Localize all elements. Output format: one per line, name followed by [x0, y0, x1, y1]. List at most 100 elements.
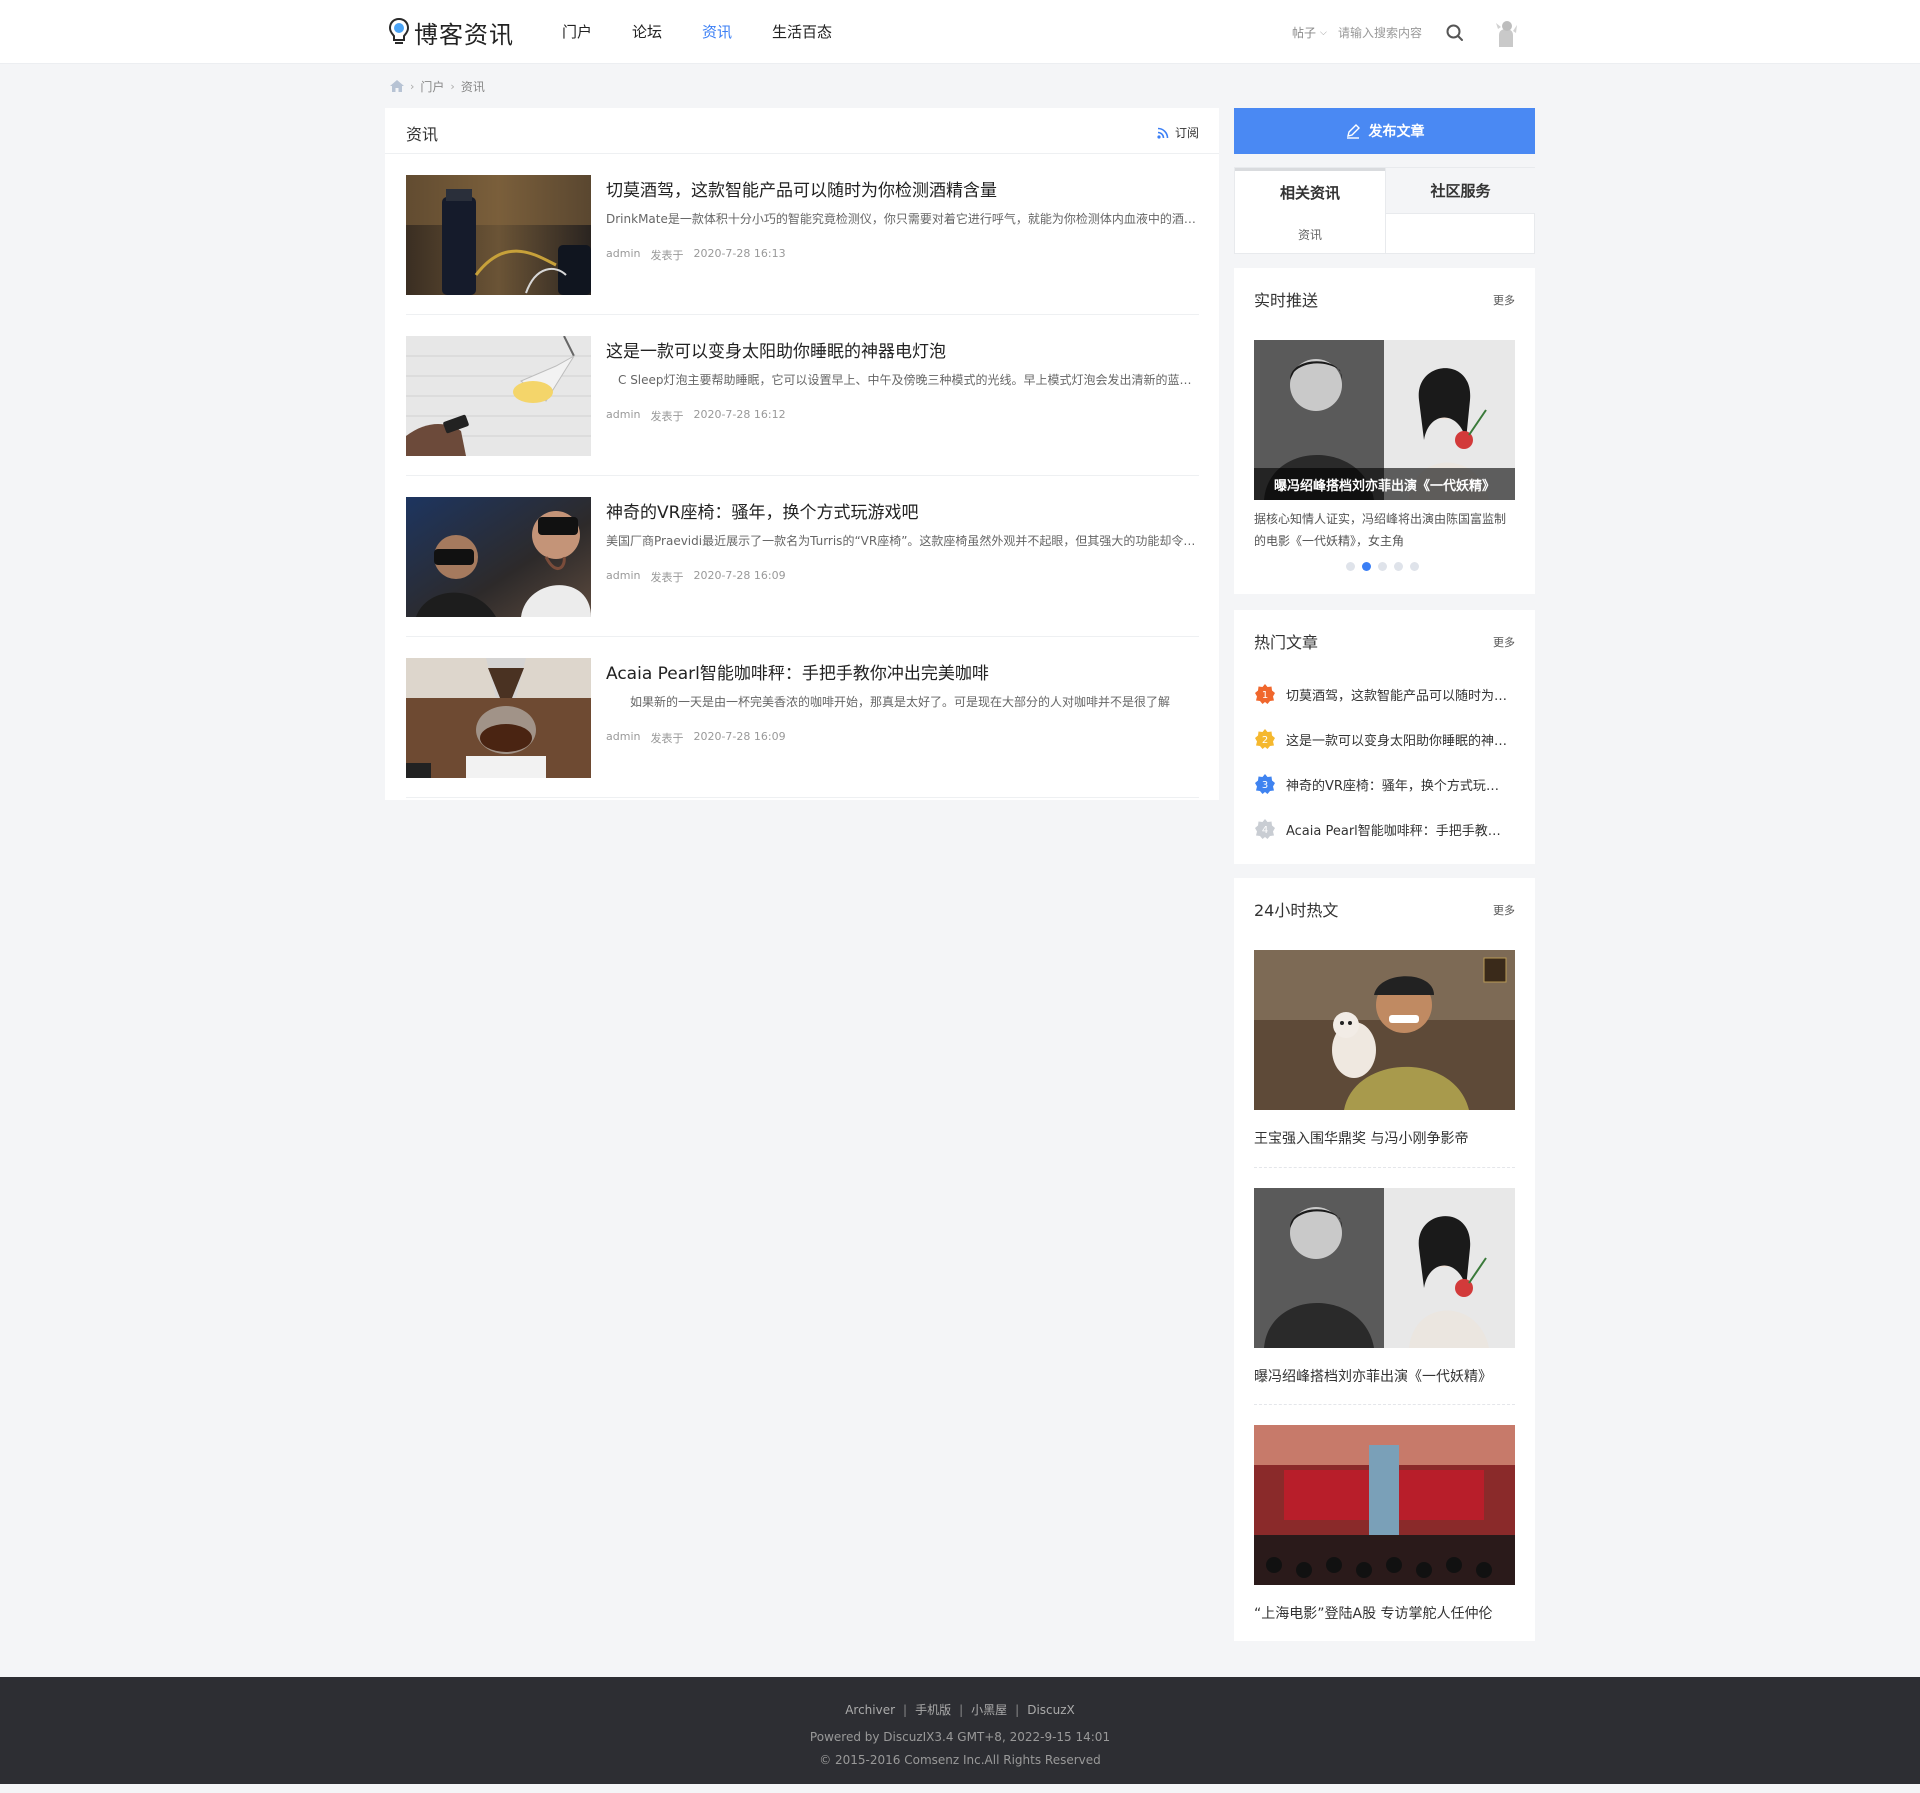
article-summary: DrinkMate是一款体积十分小巧的智能究竟检测仪，你只需要对着它进行呼气，就…: [606, 212, 1199, 226]
article-date: 2020-7-28 16:13: [693, 247, 786, 260]
hot-article-item[interactable]: 2 这是一款可以变身太阳助你睡眠的神器电灯泡: [1254, 727, 1519, 751]
subscribe-button[interactable]: 订阅: [1157, 124, 1199, 141]
article-date: 2020-7-28 16:12: [693, 408, 786, 421]
search-icon[interactable]: [1444, 22, 1466, 44]
slider-dot[interactable]: [1378, 562, 1387, 571]
breadcrumb-separator: ›: [410, 79, 415, 93]
news-list-header: 资讯 订阅: [385, 108, 1219, 154]
site-footer: Archiver | 手机版 | 小黑屋 | DiscuzX Powered by Disc…: [0, 1677, 1920, 1784]
hot-24h-caption: “上海电影”登陆A股 专访掌舵人任仲伦: [1254, 1606, 1493, 1622]
related-news-link[interactable]: 资讯: [1235, 214, 1385, 254]
hot-24h-image: [1254, 1425, 1515, 1585]
article-title[interactable]: 神奇的VR座椅：骚年，换个方式玩游戏吧: [606, 498, 1196, 523]
footer-link-blacklist[interactable]: 小黑屋: [971, 1703, 1007, 1717]
chevron-down-icon: ⌵: [1320, 27, 1327, 38]
hot-24h-image: [1254, 1188, 1515, 1348]
footer-separator: |: [903, 1703, 908, 1717]
divider: [1254, 1404, 1515, 1405]
article-thumbnail-coffee-scale[interactable]: [406, 658, 591, 778]
article-posted-label: 发表于: [650, 571, 684, 584]
realtime-push-title: 实时推送: [1254, 291, 1319, 310]
article-title[interactable]: Acaia Pearl智能咖啡秤：手把手教你冲出完美咖啡: [606, 659, 1196, 684]
rank-badge-icon: 2: [1255, 729, 1275, 749]
site-logo[interactable]: 博客资讯: [388, 14, 514, 50]
hot-articles-more-link[interactable]: 更多: [1493, 634, 1515, 650]
article-date: 2020-7-28 16:09: [693, 730, 786, 743]
publish-article-button[interactable]: 发布文章: [1234, 108, 1535, 154]
article-item: Acaia Pearl智能咖啡秤：手把手教你冲出完美咖啡 如果新的一天是由一杯完…: [406, 637, 1199, 798]
search-type-label: 帖子: [1292, 26, 1317, 40]
logo-text: 博客资讯: [414, 20, 514, 49]
page-title: 资讯: [406, 125, 439, 144]
footer-copyright: © 2015-2016 Comsenz Inc.All Rights Reser…: [819, 1753, 1101, 1767]
main-nav: 门户 论坛 资讯 生活百态: [562, 0, 872, 64]
breadcrumb-item-news[interactable]: 资讯: [461, 78, 485, 95]
rank-badge-icon: 3: [1255, 774, 1275, 794]
hot-article-title: Acaia Pearl智能咖啡秤：手把手教你冲出完美咖啡: [1286, 823, 1511, 839]
hot-article-item[interactable]: 1 切莫酒驾，这款智能产品可以随时为你检测酒精含量: [1254, 682, 1519, 706]
footer-powered-by: Powered by DiscuzIX3.4 GMT+8, 2022-9-15 …: [809, 1730, 1111, 1744]
slider-dots: [1346, 562, 1426, 571]
article-author[interactable]: admin: [606, 408, 640, 424]
news-list-panel: 资讯 订阅 切莫酒驾，这款智能产品可以随时为你检测酒精含量 DrinkMate是…: [385, 108, 1219, 800]
hot-24h-caption: 王宝强入围华鼎奖 与冯小刚争影帝: [1254, 1131, 1469, 1147]
svg-text:3: 3: [1262, 780, 1268, 791]
realtime-push-more-link[interactable]: 更多: [1493, 292, 1515, 308]
article-author[interactable]: admin: [606, 730, 640, 746]
slider-dot[interactable]: [1346, 562, 1355, 571]
article-list: 切莫酒驾，这款智能产品可以随时为你检测酒精含量 DrinkMate是一款体积十分…: [406, 154, 1199, 798]
article-author[interactable]: admin: [606, 247, 640, 263]
article-thumbnail-lamp[interactable]: [406, 336, 591, 456]
hot-24h-item[interactable]: 王宝强入围华鼎奖 与冯小刚争影帝: [1254, 950, 1515, 1148]
nav-item-forum[interactable]: 论坛: [632, 0, 662, 64]
slider-dot-active[interactable]: [1362, 562, 1371, 571]
hot-24h-more-link[interactable]: 更多: [1493, 902, 1515, 918]
article-thumbnail-vr-chair[interactable]: [406, 497, 591, 617]
article-author[interactable]: admin: [606, 569, 640, 585]
breadcrumb-separator: ›: [450, 79, 455, 93]
nav-item-life[interactable]: 生活百态: [772, 0, 832, 64]
hot-24h-panel: 24小时热文 更多 王宝强入围华鼎奖 与冯小刚争影帝 曝冯绍峰搭档刘亦菲出演《一…: [1234, 878, 1535, 1641]
article-title[interactable]: 切莫酒驾，这款智能产品可以随时为你检测酒精含量: [606, 176, 1196, 201]
sidebar-tabs: 相关资讯 社区服务 资讯: [1234, 167, 1535, 254]
user-avatar[interactable]: [1490, 17, 1522, 49]
slider-dot[interactable]: [1410, 562, 1419, 571]
hot-24h-title: 24小时热文: [1254, 901, 1339, 920]
nav-item-portal[interactable]: 门户: [562, 0, 592, 64]
home-icon[interactable]: [390, 80, 404, 92]
article-item: 切莫酒驾，这款智能产品可以随时为你检测酒精含量 DrinkMate是一款体积十分…: [406, 154, 1199, 315]
footer-link-archiver[interactable]: Archiver: [845, 1703, 895, 1717]
article-thumbnail-drinkmate[interactable]: [406, 175, 591, 295]
hot-24h-item[interactable]: “上海电影”登陆A股 专访掌舵人任仲伦: [1254, 1425, 1515, 1623]
article-summary: 如果新的一天是由一杯完美香浓的咖啡开始，那真是太好了。可是现在大部分的人对咖啡并…: [606, 695, 1171, 709]
footer-link-mobile[interactable]: 手机版: [915, 1703, 951, 1717]
slider-dot[interactable]: [1394, 562, 1403, 571]
svg-text:1: 1: [1262, 690, 1268, 701]
search-input[interactable]: [1338, 20, 1438, 46]
article-posted-label: 发表于: [650, 249, 684, 262]
hot-article-item[interactable]: 4 Acaia Pearl智能咖啡秤：手把手教你冲出完美咖啡: [1254, 817, 1519, 841]
footer-link-discuzx[interactable]: DiscuzX: [1027, 1703, 1075, 1717]
article-title[interactable]: 这是一款可以变身太阳助你睡眠的神器电灯泡: [606, 337, 1196, 362]
divider: [1254, 1167, 1515, 1168]
article-item: 神奇的VR座椅：骚年，换个方式玩游戏吧 美国厂商Praevidi最近展示了一款名…: [406, 476, 1199, 637]
hot-24h-item[interactable]: 曝冯绍峰搭档刘亦菲出演《一代妖精》: [1254, 1188, 1515, 1386]
breadcrumb-item-portal[interactable]: 门户: [420, 78, 444, 95]
site-header: 博客资讯 门户 论坛 资讯 生活百态 帖子 ⌵: [0, 0, 1920, 64]
hot-article-item[interactable]: 3 神奇的VR座椅：骚年，换个方式玩游戏吧: [1254, 772, 1519, 796]
search-type-select[interactable]: 帖子 ⌵: [1292, 24, 1327, 41]
article-meta: admin 发表于 2020-7-28 16:09: [606, 569, 796, 585]
rank-badge-icon: 4: [1255, 819, 1275, 839]
hot-24h-image: [1254, 950, 1515, 1110]
tab-community-service[interactable]: 社区服务: [1385, 168, 1535, 214]
realtime-slide-image[interactable]: 曝冯绍峰搭档刘亦菲出演《一代妖精》: [1254, 340, 1515, 500]
pencil-icon: [1346, 124, 1360, 139]
tab-related-news[interactable]: 相关资讯: [1235, 168, 1385, 214]
rank-badge-icon: 1: [1255, 684, 1275, 704]
nav-item-news[interactable]: 资讯: [702, 0, 732, 64]
article-posted-label: 发表于: [650, 732, 684, 745]
article-item: 这是一款可以变身太阳助你睡眠的神器电灯泡 C Sleep灯泡主要帮助睡眠，它可以…: [406, 315, 1199, 476]
article-date: 2020-7-28 16:09: [693, 569, 786, 582]
footer-links: Archiver | 手机版 | 小黑屋 | DiscuzX: [0, 1701, 1920, 1718]
publish-label: 发布文章: [1368, 124, 1425, 140]
